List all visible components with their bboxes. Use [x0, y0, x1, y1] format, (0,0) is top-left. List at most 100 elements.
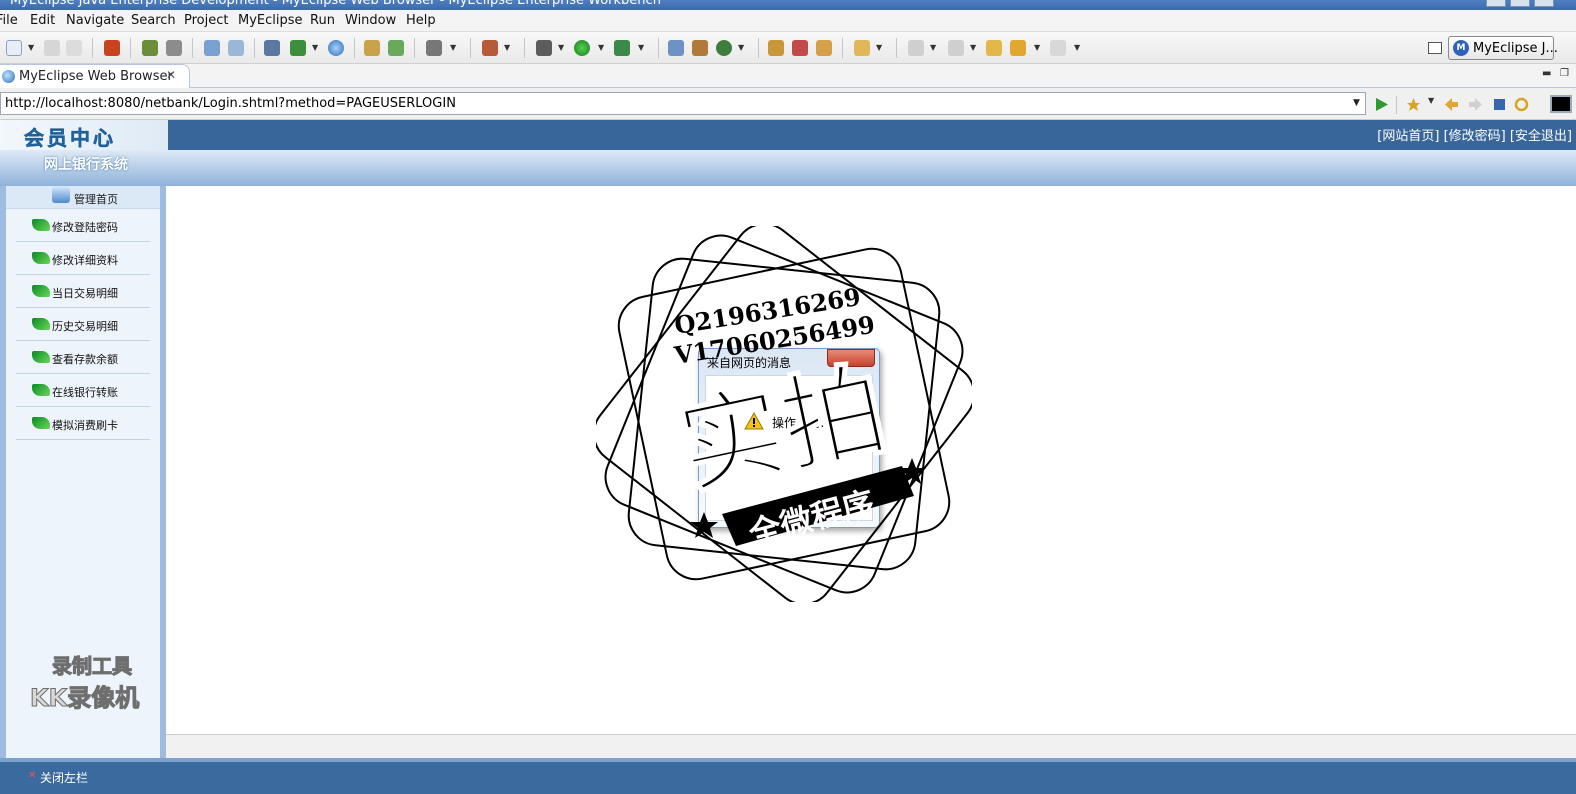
forward-icon[interactable]	[1468, 97, 1483, 112]
globe-icon	[2, 70, 15, 83]
menu-navigate[interactable]: Navigate	[66, 13, 124, 28]
new-icon[interactable]	[6, 40, 22, 56]
minimize-button[interactable]	[1486, 0, 1506, 7]
chevron-down-icon[interactable]: ▼	[450, 43, 456, 52]
toolbar-separator	[842, 38, 843, 58]
open-perspective-icon[interactable]	[1428, 42, 1442, 54]
menu-bar: File Edit Navigate Search Project MyEcli…	[0, 10, 1576, 32]
chevron-down-icon[interactable]: ▼	[504, 43, 510, 52]
menu-edit[interactable]: Edit	[30, 13, 55, 28]
server-icon[interactable]	[166, 40, 182, 56]
run-server-icon[interactable]	[290, 40, 306, 56]
chevron-down-icon[interactable]: ▼	[970, 43, 976, 52]
pin-icon[interactable]	[792, 40, 808, 56]
home-label: 管理首页	[74, 193, 118, 206]
chevron-down-icon[interactable]: ▼	[598, 43, 604, 52]
search-icon[interactable]	[854, 40, 870, 56]
wizard2-icon[interactable]	[228, 40, 244, 56]
warning-icon	[744, 412, 764, 430]
left-sidebar: 管理首页 修改登陆密码 修改详细资料 当日交易明细 历史交易明细 查看存款余额 …	[0, 186, 166, 758]
close-sidebar-link[interactable]: 关闭左栏	[40, 769, 88, 786]
close-window-button[interactable]	[1534, 0, 1554, 7]
deploy-icon[interactable]	[264, 40, 280, 56]
chevron-down-icon[interactable]: ▼	[1353, 98, 1360, 108]
chevron-down-icon[interactable]: ▼	[1034, 43, 1040, 52]
close-icon[interactable]: ✕	[28, 770, 36, 781]
debug-server-icon[interactable]	[142, 40, 158, 56]
refresh-icon[interactable]	[1514, 97, 1529, 112]
db-icon[interactable]	[388, 40, 404, 56]
browser-icon[interactable]	[328, 40, 344, 56]
color-swatch[interactable]	[1550, 95, 1572, 113]
minimize-view-icon[interactable]: ▬	[1542, 68, 1551, 79]
perspective-button[interactable]: M MyEclipse J...	[1448, 36, 1558, 60]
computer-icon	[52, 187, 70, 203]
run-icon[interactable]	[574, 40, 590, 56]
open-folder-icon[interactable]	[364, 40, 380, 56]
open-type-icon[interactable]	[768, 40, 784, 56]
maximize-view-icon[interactable]: ❐	[1560, 68, 1569, 79]
new-class-icon[interactable]	[482, 40, 498, 56]
maximize-button[interactable]	[1510, 0, 1530, 7]
editor-tab-row: MyEclipse Web Browser ✕ ▬ ❐	[0, 64, 1576, 88]
header-links[interactable]: [网站首页] [修改密码] [安全退出]	[1377, 125, 1572, 144]
menu-file[interactable]: File	[0, 13, 18, 28]
menu-search[interactable]: Search	[131, 13, 176, 28]
chevron-down-icon[interactable]: ▼	[558, 43, 564, 52]
sidebar-home[interactable]: 管理首页	[6, 186, 160, 208]
sidebar-item-history-transactions[interactable]: 历史交易明细	[16, 308, 150, 341]
refresh-icon[interactable]	[716, 40, 732, 56]
new-ejb-icon[interactable]	[692, 40, 708, 56]
member-center-logo-area: 会员中心	[0, 120, 168, 150]
url-text: http://localhost:8080/netbank/Login.shtm…	[5, 96, 456, 111]
menu-project[interactable]: Project	[184, 13, 228, 28]
dialog-close-button[interactable]	[827, 349, 875, 367]
debug-icon[interactable]	[536, 40, 552, 56]
chevron-down-icon[interactable]: ▼	[738, 43, 744, 52]
save-all-icon[interactable]	[66, 40, 82, 56]
new-web-project-icon[interactable]	[668, 40, 684, 56]
back-icon[interactable]	[1444, 97, 1459, 112]
chevron-down-icon[interactable]: ▼	[1074, 43, 1080, 52]
sidebar-item-transfer[interactable]: 在线银行转账	[16, 374, 150, 407]
chevron-down-icon[interactable]: ▼	[638, 43, 644, 52]
chevron-down-icon[interactable]: ▼	[312, 43, 318, 52]
sidebar-item-balance[interactable]: 查看存款余额	[16, 341, 150, 374]
menu-window[interactable]: Window	[345, 13, 396, 28]
dialog-title: 来自网页的消息	[707, 356, 792, 370]
chevron-down-icon[interactable]: ▼	[1428, 96, 1434, 105]
external-tools-icon[interactable]	[614, 40, 630, 56]
favorites-icon[interactable]	[1406, 97, 1421, 112]
menu-run[interactable]: Run	[310, 13, 335, 28]
menu-myeclipse[interactable]: MyEclipse	[238, 13, 303, 28]
monitor-icon[interactable]	[426, 40, 442, 56]
horizontal-scrollbar[interactable]	[166, 734, 1576, 758]
tab-web-browser[interactable]: MyEclipse Web Browser ✕	[0, 64, 190, 88]
next-annotation-icon[interactable]	[908, 40, 924, 56]
go-icon[interactable]	[1374, 97, 1389, 112]
chevron-down-icon[interactable]: ▼	[930, 43, 936, 52]
forward-icon[interactable]	[1050, 40, 1066, 56]
sidebar-item-today-transactions[interactable]: 当日交易明细	[16, 275, 150, 308]
chevron-down-icon[interactable]: ▼	[876, 43, 882, 52]
wizard-icon[interactable]	[204, 40, 220, 56]
last-edit-icon[interactable]	[986, 40, 1002, 56]
sidebar-item-change-password[interactable]: 修改登陆密码	[16, 209, 150, 242]
window-titlebar: MyEclipse Java Enterprise Development - …	[0, 0, 1576, 10]
save-icon[interactable]	[44, 40, 60, 56]
package-icon[interactable]	[104, 40, 120, 56]
back-icon[interactable]	[1010, 40, 1026, 56]
open-task-icon[interactable]	[816, 40, 832, 56]
system-name: 网上银行系统	[44, 157, 128, 173]
prev-annotation-icon[interactable]	[948, 40, 964, 56]
toolbar-separator	[1396, 96, 1397, 114]
toolbar-separator	[414, 38, 415, 58]
chevron-down-icon[interactable]: ▼	[28, 43, 34, 52]
stop-icon[interactable]	[1492, 97, 1507, 112]
close-tab-icon[interactable]: ✕	[166, 68, 176, 82]
sidebar-item-edit-profile[interactable]: 修改详细资料	[16, 242, 150, 275]
url-input[interactable]: http://localhost:8080/netbank/Login.shtm…	[0, 92, 1366, 115]
sidebar-menu: 修改登陆密码 修改详细资料 当日交易明细 历史交易明细 查看存款余额 在线银行转…	[6, 208, 160, 758]
sidebar-item-card-payment[interactable]: 模拟消费刷卡	[16, 407, 150, 440]
menu-help[interactable]: Help	[406, 13, 436, 28]
